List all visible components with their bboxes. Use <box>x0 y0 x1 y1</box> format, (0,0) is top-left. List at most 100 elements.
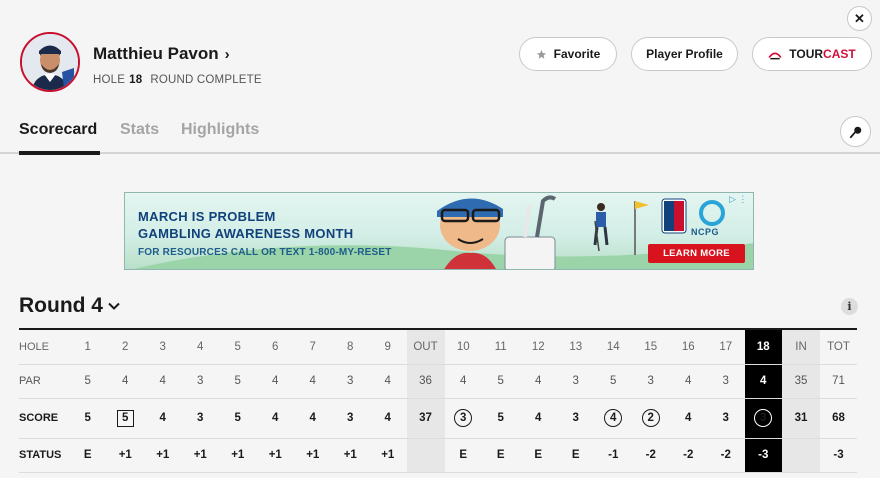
score-cell-13: 3 <box>557 398 595 439</box>
par-row: PAR 5 4 4 3 5 4 4 3 4 36 4 5 4 3 5 3 4 3 4 35 71 <box>19 364 857 399</box>
status-cell-4: +1 <box>181 438 219 473</box>
hole-header-14: 14 <box>594 330 632 365</box>
score-row-label: SCORE <box>19 398 69 439</box>
ad-resources-line: FOR RESOURCES CALL OR TEXT 1-800-MY-RESE… <box>138 247 392 258</box>
birdie-score-marker: 3 <box>754 409 773 427</box>
score-value: 5 <box>234 412 241 424</box>
status-cell-12: E <box>519 438 557 473</box>
status-cell-11: E <box>482 438 520 473</box>
hole-header-4: 4 <box>181 330 219 365</box>
info-icon[interactable]: i <box>841 298 858 315</box>
score-cell-14: 4 <box>594 398 632 439</box>
tourcast-button[interactable]: TOURCAST <box>752 37 872 71</box>
score-cell-6: 4 <box>256 398 294 439</box>
birdie-score-marker: 3 <box>454 409 473 427</box>
status-cell-16: -2 <box>669 438 707 473</box>
status-cell-tot: -3 <box>820 438 857 473</box>
status-cell-9: +1 <box>369 438 407 473</box>
score-cell-3: 4 <box>144 398 182 439</box>
microphone-icon <box>849 126 861 138</box>
par-cell-tot: 71 <box>820 364 857 399</box>
status-cell-10: E <box>444 438 482 473</box>
score-value: 4 <box>535 412 542 424</box>
birdie-score-marker: 4 <box>604 409 623 427</box>
tab-scorecard[interactable]: Scorecard <box>19 121 97 139</box>
hole-header-tot: TOT <box>820 330 857 365</box>
scorecard-table: HOLE 1 2 3 4 5 6 7 8 9 OUT 10 11 12 13 14 15 16 17 18 IN TOT… <box>19 330 857 473</box>
score-value: 4 <box>309 412 316 424</box>
hole-label: HOLE <box>93 74 126 86</box>
tourcast-label-tour: TOUR <box>789 47 824 61</box>
close-icon: ✕ <box>854 10 865 26</box>
par-cell-5: 5 <box>219 364 257 399</box>
star-icon <box>536 49 546 59</box>
status-cell-2: +1 <box>106 438 144 473</box>
par-row-label: PAR <box>19 364 69 399</box>
chevron-right-icon: › <box>224 45 230 63</box>
tourcast-icon <box>768 52 782 60</box>
par-cell-1: 5 <box>69 364 107 399</box>
score-row: SCORE 5 5 4 3 5 4 4 3 4 37 3 5 4 3 4 2 4 3 3 31 68 <box>19 398 857 439</box>
score-value: 31 <box>794 412 808 424</box>
ad-learn-more-button[interactable]: LEARN MORE <box>648 244 745 263</box>
ad-headline-line1: MARCH IS PROBLEM <box>138 209 276 224</box>
avatar[interactable] <box>20 32 80 92</box>
par-cell-11: 5 <box>482 364 520 399</box>
tabs-divider <box>0 152 880 154</box>
hole-header-out: OUT <box>406 330 445 365</box>
score-cell-16: 4 <box>669 398 707 439</box>
ad-headline-line2: GAMBLING AWARENESS MONTH <box>138 226 354 241</box>
microphone-button[interactable] <box>840 116 871 147</box>
close-button[interactable]: ✕ <box>847 6 872 31</box>
tab-highlights[interactable]: Highlights <box>181 121 259 139</box>
score-cell-12: 4 <box>519 398 557 439</box>
hole-header-3: 3 <box>144 330 182 365</box>
player-name: Matthieu Pavon <box>93 44 219 63</box>
hole-header-in: IN <box>782 330 820 365</box>
hole-header-13: 13 <box>557 330 595 365</box>
hole-header-7: 7 <box>294 330 332 365</box>
round-selector[interactable]: Round 4 <box>19 294 120 318</box>
hole-header-18: 18 <box>744 330 782 365</box>
par-cell-10: 4 <box>444 364 482 399</box>
score-value: 3 <box>722 412 729 424</box>
hole-header-11: 11 <box>482 330 520 365</box>
score-cell-18: 3 <box>744 398 782 439</box>
favorite-button[interactable]: Favorite <box>519 37 617 71</box>
round-title: Round 4 <box>19 294 103 317</box>
status-cell-18: -3 <box>744 438 782 473</box>
par-cell-15: 3 <box>632 364 670 399</box>
player-profile-button[interactable]: Player Profile <box>631 37 738 71</box>
score-cell-in: 31 <box>782 398 820 439</box>
player-headshot-image <box>22 34 78 90</box>
score-value: 37 <box>419 412 432 424</box>
ad-choices-icon[interactable]: ▷ ⋮ <box>729 194 747 205</box>
par-cell-7: 4 <box>294 364 332 399</box>
player-profile-label: Player Profile <box>646 47 723 61</box>
player-name-link[interactable]: Matthieu Pavon › <box>93 44 230 64</box>
status-row: STATUS E +1 +1 +1 +1 +1 +1 +1 +1 E E E E -1 -2 -2 -2 -3 -3 <box>19 438 857 473</box>
score-cell-2: 5 <box>106 398 144 439</box>
hole-header-16: 16 <box>669 330 707 365</box>
tab-stats[interactable]: Stats <box>120 121 159 139</box>
par-cell-out: 36 <box>406 364 445 399</box>
hole-header-8: 8 <box>331 330 369 365</box>
par-cell-8: 3 <box>331 364 369 399</box>
score-cell-out: 37 <box>406 398 445 439</box>
par-cell-18: 4 <box>744 364 782 399</box>
score-value: 5 <box>84 412 91 424</box>
hole-header-5: 5 <box>219 330 257 365</box>
score-value: 4 <box>384 412 391 424</box>
score-value: 4 <box>685 412 692 424</box>
active-tab-indicator <box>19 151 100 155</box>
hole-header-10: 10 <box>444 330 482 365</box>
advertisement-banner[interactable]: MARCH IS PROBLEM GAMBLING AWARENESS MONT… <box>124 192 754 270</box>
ncpg-logo-text: NCPG <box>691 227 720 237</box>
hole-header-17: 17 <box>707 330 745 365</box>
score-value: 4 <box>272 412 279 424</box>
score-cell-8: 3 <box>331 398 369 439</box>
status-cell-7: +1 <box>294 438 332 473</box>
status-cell-15: -2 <box>632 438 670 473</box>
par-cell-in: 35 <box>782 364 820 399</box>
par-cell-9: 4 <box>369 364 407 399</box>
